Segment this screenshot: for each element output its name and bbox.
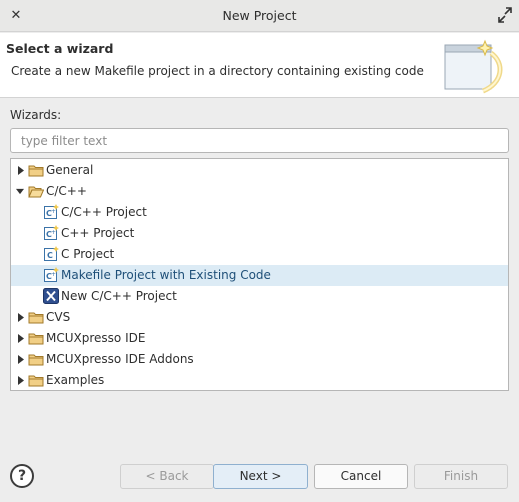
header-title: Select a wizard	[6, 41, 114, 56]
chevron-right-icon[interactable]	[17, 313, 25, 322]
tree-item-label: C/C++ Project	[61, 205, 147, 219]
tree-item-label: Examples	[46, 373, 105, 387]
tree-item-makefile-project[interactable]: C + Makefile Project with Existing Code	[11, 265, 508, 286]
title-bar: ✕ New Project	[0, 0, 519, 32]
chevron-right-icon[interactable]	[17, 355, 25, 364]
next-button[interactable]: Next >	[213, 464, 308, 489]
svg-text:C: C	[47, 251, 53, 260]
tree-item-label: MCUXpresso IDE Addons	[46, 352, 194, 366]
tree-item-label: Makefile Project with Existing Code	[61, 268, 271, 282]
back-button[interactable]: < Back	[120, 464, 214, 489]
chevron-right-icon[interactable]	[17, 166, 25, 175]
svg-text:+: +	[51, 271, 56, 278]
filter-input[interactable]	[10, 128, 509, 153]
svg-text:+: +	[51, 208, 56, 215]
tree-item-cvs[interactable]: CVS	[11, 307, 508, 328]
makefile-project-icon: C +	[44, 267, 59, 282]
tree-item-c-cpp[interactable]: C/C++	[11, 181, 508, 202]
tree-item-c-project[interactable]: C C Project	[11, 244, 508, 265]
cancel-button[interactable]: Cancel	[314, 464, 408, 489]
c-project-icon: C	[44, 246, 59, 261]
folder-open-icon	[28, 186, 44, 198]
tree-item-examples[interactable]: Examples	[11, 370, 508, 390]
tree-item-new-c-cpp-project[interactable]: New C/C++ Project	[11, 286, 508, 307]
cpp-project-icon: C +	[44, 204, 59, 219]
finish-button[interactable]: Finish	[414, 464, 508, 489]
chevron-down-icon[interactable]	[16, 187, 24, 196]
chevron-right-icon[interactable]	[17, 376, 25, 385]
new-cpp-project-icon	[43, 288, 59, 304]
folder-icon	[28, 333, 44, 345]
tree-item-label: C/C++	[46, 184, 87, 198]
folder-icon	[28, 375, 44, 387]
window-title: New Project	[222, 8, 297, 23]
tree-item-label: MCUXpresso IDE	[46, 331, 146, 345]
new-wizard-banner-icon	[444, 39, 503, 94]
wizard-tree[interactable]: General C/C++ C + C/C++ Project C + C++ Pr…	[10, 158, 509, 391]
folder-icon	[28, 165, 44, 177]
wizard-header: Select a wizard Create a new Makefile pr…	[0, 33, 519, 98]
maximize-icon[interactable]	[497, 6, 513, 24]
tree-item-label: General	[46, 163, 94, 177]
tree-item-mcuxpresso-ide[interactable]: MCUXpresso IDE	[11, 328, 508, 349]
cpp-project-icon: C +	[44, 225, 59, 240]
tree-item-mcuxpresso-ide-addons[interactable]: MCUXpresso IDE Addons	[11, 349, 508, 370]
chevron-right-icon[interactable]	[17, 334, 25, 343]
folder-icon	[28, 354, 44, 366]
button-bar: ? < Back Next > Cancel Finish	[0, 450, 519, 502]
tree-item-c-cpp-project[interactable]: C + C/C++ Project	[11, 202, 508, 223]
tree-item-label: C Project	[61, 247, 115, 261]
tree-item-general[interactable]: General	[11, 160, 508, 181]
tree-item-label: New C/C++ Project	[61, 289, 177, 303]
folder-icon	[28, 312, 44, 324]
header-description: Create a new Makefile project in a direc…	[11, 64, 424, 78]
help-icon[interactable]: ?	[10, 464, 34, 488]
tree-item-label: C++ Project	[61, 226, 135, 240]
wizards-label: Wizards:	[10, 108, 62, 122]
tree-item-label: CVS	[46, 310, 71, 324]
svg-text:+: +	[51, 229, 56, 236]
tree-item-cpp-project[interactable]: C + C++ Project	[11, 223, 508, 244]
